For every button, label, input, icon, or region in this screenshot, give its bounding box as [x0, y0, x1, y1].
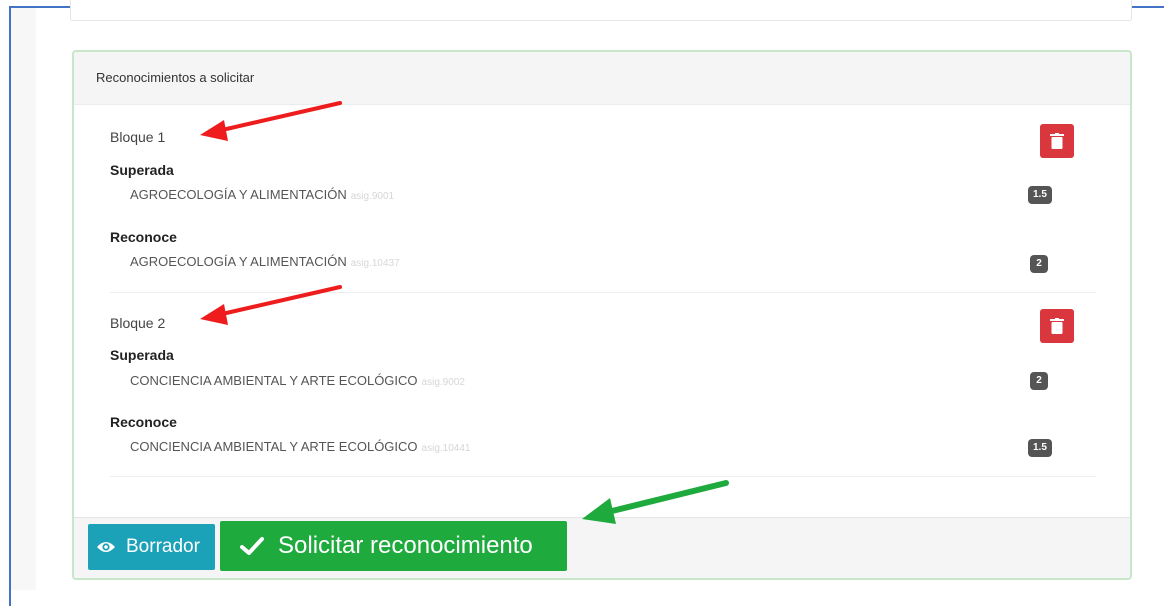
red-arrow-bloque-2 — [200, 285, 342, 325]
red-arrow-bloque-1 — [200, 101, 342, 141]
annotation-arrows — [200, 101, 729, 524]
green-arrow-solicitar — [582, 480, 729, 524]
